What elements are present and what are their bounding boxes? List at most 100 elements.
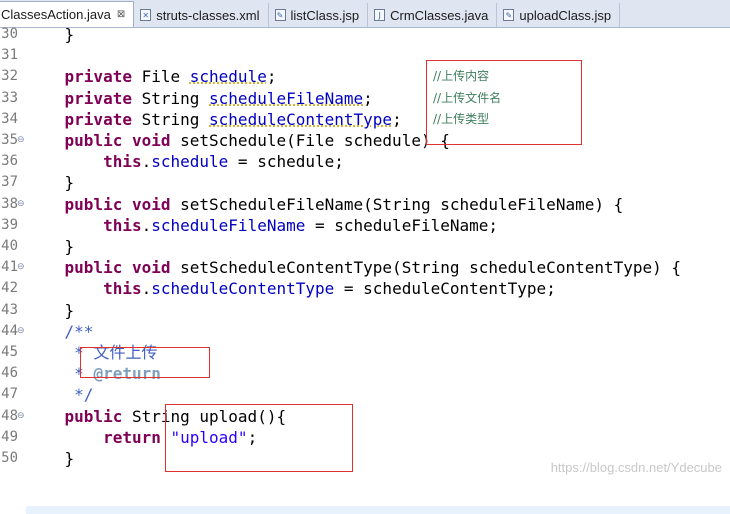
tab-struts-classes-xml[interactable]: ✕ struts-classes.xml (134, 3, 269, 27)
line-number: 47 (0, 384, 26, 405)
line-number-text: 31 (1, 47, 18, 63)
fold-toggle-icon[interactable]: ⊖ (17, 321, 26, 342)
keyword-token: private (64, 89, 132, 108)
line-number: 42 (0, 278, 26, 299)
line-number: 39 (0, 215, 26, 236)
keyword-token: public (64, 258, 123, 277)
code-editor[interactable]: 30 } 31 32 private File schedule; 33 privat… (0, 25, 730, 514)
highlight-box-javadoc (80, 347, 210, 378)
line-number: 45 (0, 342, 26, 363)
editor-tab-bar: ClassesAction.java ⊠ ✕ struts-classes.xml ✎ l… (0, 0, 730, 28)
code-line: public void setScheduleContentType(Strin… (26, 257, 682, 278)
line-number: 31 (0, 45, 26, 66)
line-number: 33 (0, 88, 26, 109)
code-token: = schedule; (228, 152, 344, 171)
tab-label: struts-classes.xml (156, 7, 260, 23)
code-line: private String scheduleFileName; (26, 88, 373, 109)
jsp-file-icon: ✎ (274, 9, 286, 21)
keyword-token: public (64, 131, 123, 150)
code-line: public void setSchedule(File schedule) { (26, 130, 450, 151)
code-line: */ (26, 384, 93, 405)
tab-label: uploadClass.jsp (519, 7, 612, 23)
code-token: } (26, 449, 75, 468)
fold-toggle-icon[interactable]: ⊖ (17, 406, 26, 427)
line-number: 46 (0, 363, 26, 384)
code-token: setScheduleFileName(String scheduleFileN… (170, 195, 624, 214)
tab-listclass-jsp[interactable]: ✎ listClass.jsp (269, 3, 369, 27)
line-number-text: 36 (1, 153, 18, 169)
field-token: scheduleFileName (151, 216, 306, 235)
fold-toggle-icon[interactable]: ⊖ (17, 194, 26, 215)
line-number-text: 34 (1, 111, 18, 127)
line-number: 40 (0, 236, 26, 257)
code-token: . (141, 279, 152, 298)
watermark: https://blog.csdn.net/Ydecube (550, 460, 722, 475)
code-token: } (26, 301, 75, 320)
java-file-icon: J (374, 9, 386, 21)
code-token: setScheduleContentType(String scheduleCo… (170, 258, 682, 277)
line-number: 43 (0, 300, 26, 321)
line-number-text: 33 (1, 90, 18, 106)
keyword-token: private (64, 67, 132, 86)
line-number: 36 (0, 151, 26, 172)
line-number-text: 40 (1, 238, 18, 254)
tab-crmclasses-java[interactable]: J CrmClasses.java (368, 3, 498, 27)
tab-uploadclass-jsp[interactable]: ✎ uploadClass.jsp (497, 3, 621, 27)
code-line: } (26, 300, 75, 321)
code-token: } (26, 237, 75, 256)
code-token: = scheduleFileName; (305, 216, 499, 235)
code-line: } (26, 236, 75, 257)
keyword-token: this (103, 216, 142, 235)
code-token: ; (363, 89, 373, 108)
code-line: this.scheduleFileName = scheduleFileName… (26, 215, 498, 236)
line-number: 37 (0, 172, 26, 193)
line-number: 32 (0, 66, 26, 87)
code-token: setSchedule(File schedule) { (170, 131, 450, 150)
javadoc-token: */ (74, 385, 94, 404)
code-token: = scheduleContentType; (334, 279, 556, 298)
code-token: . (141, 152, 152, 171)
code-line: } (26, 24, 75, 45)
fold-toggle-icon[interactable]: ⊖ (17, 130, 26, 151)
close-tab-icon[interactable]: ⊠ (117, 9, 125, 20)
current-line-highlight (26, 506, 730, 514)
keyword-token: public (64, 195, 123, 214)
line-number: 30 (0, 24, 26, 45)
line-number-text: 48 (1, 408, 18, 424)
line-number-text: 46 (1, 365, 18, 381)
field-token: scheduleContentType (151, 279, 335, 298)
line-number-text: 42 (1, 280, 18, 296)
code-token: } (26, 173, 75, 192)
code-token: . (141, 216, 152, 235)
code-token: String (131, 110, 210, 129)
tab-label: listClass.jsp (290, 7, 360, 23)
code-line: } (26, 172, 75, 193)
javadoc-token: /** (64, 322, 94, 341)
code-token: File (131, 67, 190, 86)
code-line: /** (26, 321, 94, 342)
code-line: private File schedule; (26, 66, 277, 87)
jsp-file-icon: ✎ (503, 9, 515, 21)
line-number-text: 37 (1, 174, 18, 190)
tab-label: CrmClasses.java (390, 7, 489, 23)
code-token: String (131, 89, 210, 108)
line-number-text: 44 (1, 323, 18, 339)
fold-toggle-icon[interactable]: ⊖ (17, 257, 26, 278)
line-number: 50 (0, 448, 26, 469)
field-token: scheduleContentType (209, 110, 393, 129)
keyword-token: void (131, 258, 171, 277)
line-number-text: 38 (1, 196, 18, 212)
